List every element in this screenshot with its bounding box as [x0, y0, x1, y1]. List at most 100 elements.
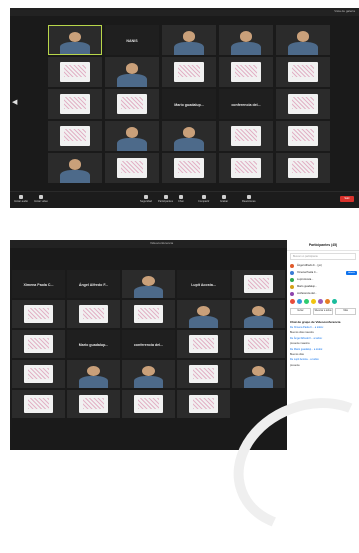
person-face: [68, 159, 82, 170]
camera-icon: [38, 195, 43, 199]
video-tile[interactable]: [232, 270, 285, 298]
video-tile[interactable]: [276, 25, 330, 55]
video-tile[interactable]: [12, 330, 65, 358]
admit-button[interactable]: Admitir: [346, 270, 357, 275]
panel-button[interactable]: Silenciar a todos: [312, 308, 334, 315]
video-tile[interactable]: [122, 300, 175, 328]
video-tile[interactable]: [276, 89, 330, 119]
video-tile[interactable]: [48, 57, 102, 87]
view-label[interactable]: Vista de galería: [334, 9, 355, 13]
reaction-icon[interactable]: [311, 299, 316, 304]
person-face: [296, 31, 310, 42]
video-tile[interactable]: [48, 153, 102, 183]
participant-name: conferencia del...: [297, 292, 317, 295]
reaction-icon[interactable]: [290, 299, 295, 304]
person-body: [243, 375, 274, 388]
video-tile[interactable]: [105, 89, 159, 119]
toolbar-label: Grabar: [220, 200, 229, 203]
video-tile[interactable]: [122, 390, 175, 418]
participant-name: Mario guadalup...: [174, 102, 204, 107]
video-tile[interactable]: [276, 153, 330, 183]
video-tile[interactable]: [162, 57, 216, 87]
video-tile[interactable]: [122, 270, 175, 298]
drawing-marks: [235, 161, 257, 174]
video-tile[interactable]: [276, 57, 330, 87]
video-tile[interactable]: [48, 89, 102, 119]
video-tile[interactable]: Mario guadalup...: [162, 89, 216, 119]
drawing-marks: [27, 367, 50, 380]
video-tile[interactable]: [105, 57, 159, 87]
video-tile[interactable]: [67, 300, 120, 328]
reaction-icon[interactable]: [304, 299, 309, 304]
video-tile[interactable]: conferencia del...: [122, 330, 175, 358]
drawing-marks: [178, 65, 200, 78]
video-tile[interactable]: [177, 330, 230, 358]
video-tile[interactable]: Mario guadalup...: [67, 330, 120, 358]
video-tile[interactable]: [219, 57, 273, 87]
video-tile[interactable]: [105, 121, 159, 151]
video-tile[interactable]: [48, 25, 102, 55]
video-tile[interactable]: [232, 300, 285, 328]
video-tile[interactable]: [232, 360, 285, 388]
drawing-marks: [64, 65, 86, 78]
video-tile[interactable]: [276, 121, 330, 151]
share-button[interactable]: Compartir: [198, 195, 209, 203]
video-tile[interactable]: [219, 25, 273, 55]
shield-button[interactable]: Seguridad: [140, 195, 152, 203]
people-icon: [163, 195, 168, 199]
panel-button[interactable]: Invitar: [290, 308, 311, 315]
video-tile[interactable]: [162, 25, 216, 55]
meeting-toolbar: Iniciar audio Iniciar video Seguridad Parti…: [10, 191, 359, 208]
chat-button[interactable]: Chat: [178, 195, 183, 203]
video-tile[interactable]: [219, 153, 273, 183]
reaction-icon[interactable]: [297, 299, 302, 304]
people-button[interactable]: Participantes: [158, 195, 173, 203]
video-tile[interactable]: [12, 300, 65, 328]
drawing-marks: [137, 397, 160, 410]
participant-search-input[interactable]: Buscar un participante: [290, 253, 356, 260]
participant-row[interactable]: Ángel Alfredo F... (yo): [287, 262, 359, 269]
participant-row[interactable]: Ximena Paola C... Admitir: [287, 269, 359, 276]
reaction-icon[interactable]: [318, 299, 323, 304]
person-face: [87, 365, 100, 376]
person-face: [182, 127, 196, 138]
video-tile[interactable]: [232, 330, 285, 358]
video-tile[interactable]: [177, 390, 230, 418]
video-tile[interactable]: Ximena Paola C...: [12, 270, 65, 298]
video-tile[interactable]: conferencia del...: [219, 89, 273, 119]
participant-row[interactable]: Mario guadalup...: [287, 283, 359, 290]
video-tile[interactable]: [122, 360, 175, 388]
video-tile[interactable]: Lupit Acosta...: [177, 270, 230, 298]
record-icon: [222, 195, 227, 199]
drawing-marks: [64, 129, 86, 142]
video-tile[interactable]: [105, 153, 159, 183]
video-tile[interactable]: [67, 360, 120, 388]
reaction-icon[interactable]: [325, 299, 330, 304]
video-tile[interactable]: NANIS: [105, 25, 159, 55]
video-tile[interactable]: [219, 121, 273, 151]
participant-row[interactable]: Lupit Acosta...: [287, 276, 359, 283]
person-face: [142, 365, 155, 376]
panel-button[interactable]: Más: [335, 308, 357, 315]
record-button[interactable]: Grabar: [220, 195, 228, 203]
end-meeting-button[interactable]: Salir: [340, 196, 354, 202]
video-tile[interactable]: [67, 390, 120, 418]
reaction-icon[interactable]: [332, 299, 337, 304]
person-body: [78, 375, 109, 388]
previous-page-icon[interactable]: ◀: [12, 98, 17, 106]
video-tile[interactable]: [162, 153, 216, 183]
microphone-button[interactable]: Iniciar audio: [14, 195, 28, 203]
video-tile[interactable]: [12, 360, 65, 388]
smile-button[interactable]: Reacciones: [242, 195, 256, 203]
video-tile[interactable]: [177, 300, 230, 328]
camera-button[interactable]: Iniciar video: [34, 195, 48, 203]
video-tile[interactable]: [48, 121, 102, 151]
person-body: [60, 41, 90, 54]
avatar: [290, 291, 294, 296]
video-tile[interactable]: [177, 360, 230, 388]
video-tile[interactable]: [12, 390, 65, 418]
video-tile[interactable]: [162, 121, 216, 151]
video-tile[interactable]: Ángel Alfredo F...: [67, 270, 120, 298]
participant-row[interactable]: conferencia del...: [287, 290, 359, 297]
participant-name: Ximena Paola C...: [23, 282, 54, 287]
